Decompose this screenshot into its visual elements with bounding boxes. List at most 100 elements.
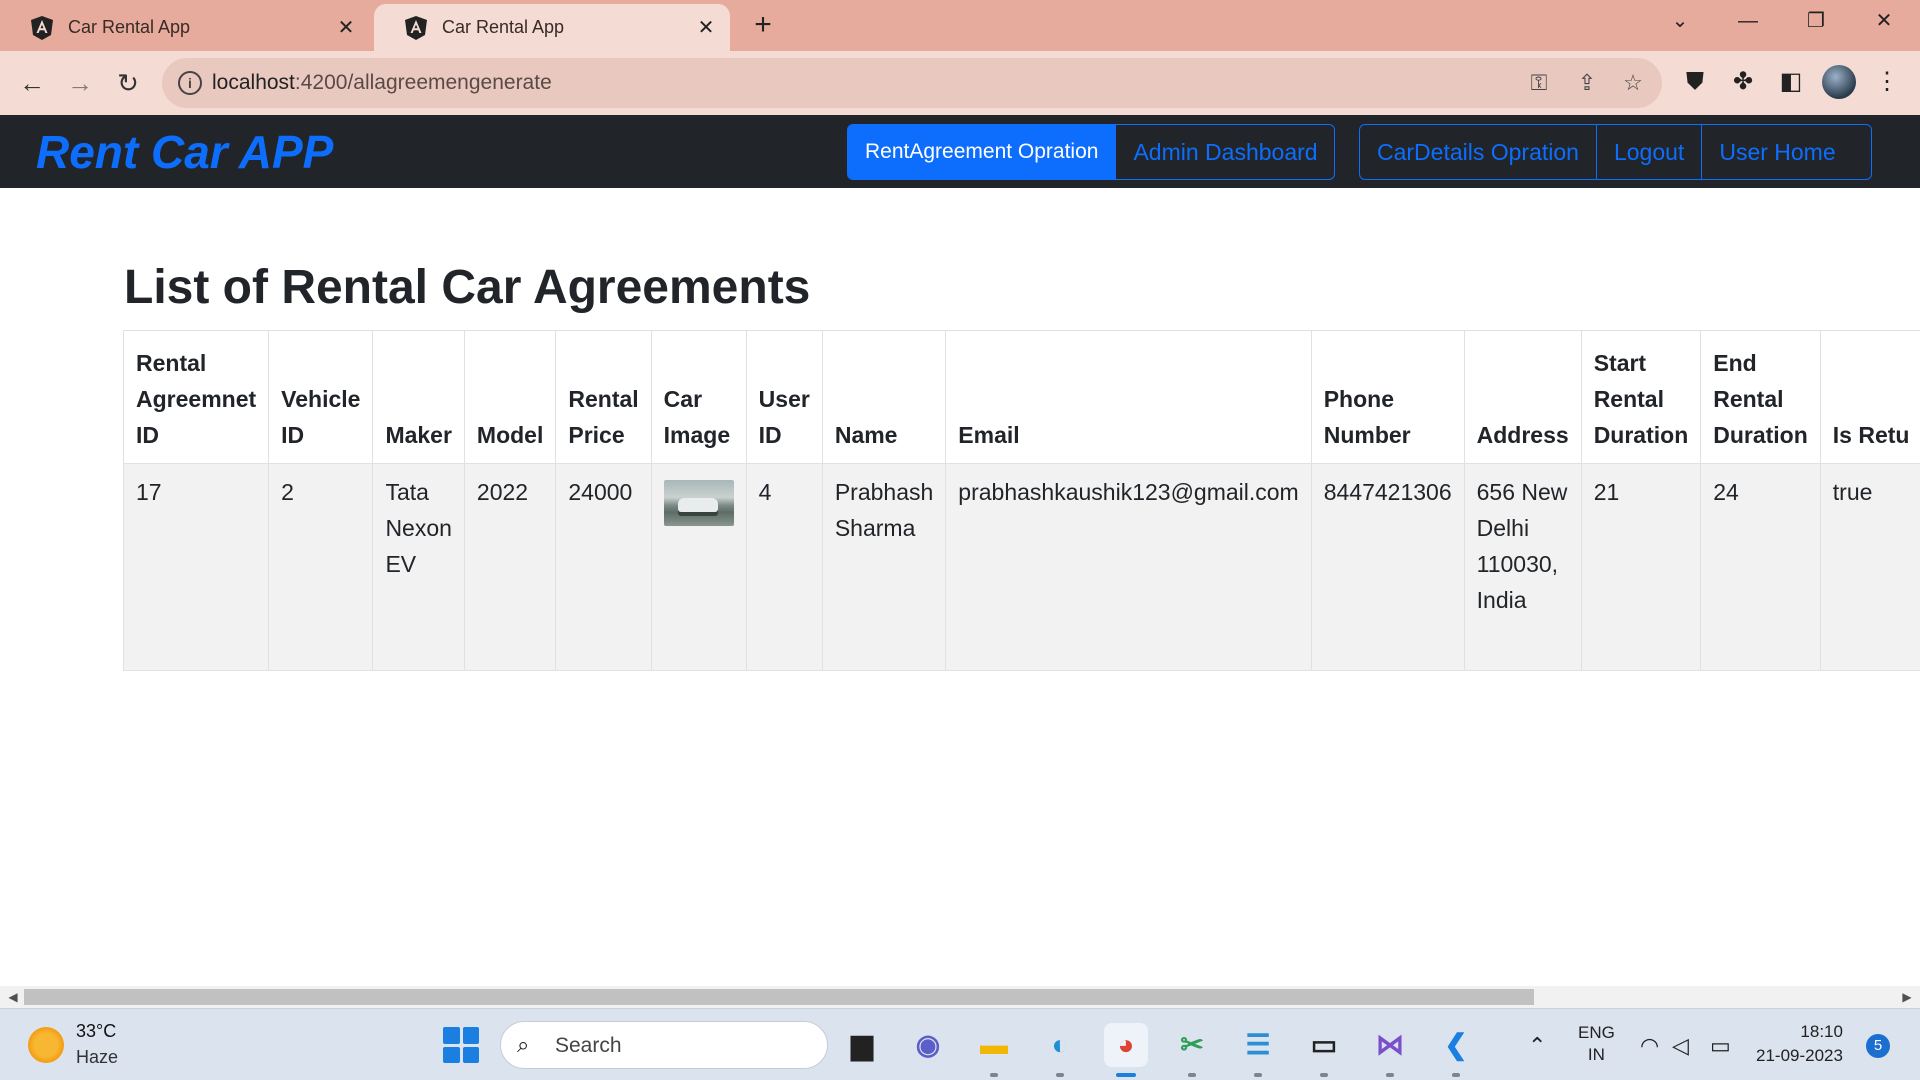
tab-search-chevron-icon[interactable]: ⌄ — [1652, 6, 1708, 36]
horizontal-scrollbar[interactable]: ◀ ▶ — [0, 986, 1920, 1008]
rent-agreement-operation-button[interactable]: RentAgreement Opration — [848, 125, 1117, 179]
column-header: Phone Number — [1310, 330, 1465, 464]
table-header-row: Rental Agreemnet ID Vehicle ID Maker Mod… — [122, 330, 1920, 464]
column-header: Is Retu — [1819, 330, 1920, 464]
minimize-icon[interactable]: — — [1720, 6, 1776, 36]
url-path: :4200/allagreemengenerate — [294, 71, 552, 94]
tab-title: Car Rental App — [68, 17, 191, 37]
terminal-icon[interactable]: ▭ — [1302, 1023, 1346, 1077]
column-header: Car Image — [650, 330, 747, 464]
browser-menu-icon[interactable]: ⋮ — [1870, 65, 1904, 99]
cell-user-id: 4 — [745, 463, 823, 671]
clock-date: 21-09-2023 — [1756, 1046, 1843, 1065]
scroll-left-arrow-icon[interactable]: ◀ — [2, 986, 24, 1008]
new-tab-plus-icon[interactable]: + — [748, 10, 778, 40]
vscode-icon[interactable]: ❮ — [1434, 1023, 1478, 1077]
column-header: Vehicle ID — [268, 330, 374, 464]
scroll-right-arrow-icon[interactable]: ▶ — [1896, 986, 1918, 1008]
taskbar-search-box[interactable]: ⌕ Search — [500, 1021, 828, 1069]
back-arrow-icon[interactable]: ← — [14, 65, 50, 101]
nav-button-group-primary: RentAgreement Opration Admin Dashboard — [847, 124, 1335, 180]
show-hidden-icons-chevron-icon[interactable]: ⌃ — [1528, 1033, 1546, 1059]
language-code: ENG — [1578, 1023, 1615, 1042]
cell-start-rental-duration: 21 — [1580, 463, 1702, 671]
snipping-tool-icon[interactable]: ✂ — [1170, 1023, 1214, 1077]
edge-icon[interactable]: ◐ — [1038, 1023, 1082, 1077]
task-view-icon[interactable]: ▆ — [840, 1023, 884, 1067]
input-language-indicator[interactable]: ENG IN — [1578, 1022, 1615, 1066]
system-clock[interactable]: 18:10 21-09-2023 — [1756, 1020, 1843, 1068]
column-header: Model — [463, 330, 557, 464]
volume-icon[interactable]: ◁ — [1672, 1033, 1689, 1059]
column-header: User ID — [745, 330, 823, 464]
password-key-icon[interactable]: ⚿ — [1524, 68, 1554, 98]
visual-studio-icon[interactable]: ⋈ — [1368, 1023, 1412, 1077]
page-title: List of Rental Car Agreements — [124, 261, 811, 314]
cell-email: prabhashkaushik123@gmail.com — [945, 463, 1312, 671]
app-brand[interactable]: Rent Car APP — [36, 125, 333, 179]
column-header: Start Rental Duration — [1580, 330, 1702, 464]
column-header: Name — [821, 330, 947, 464]
side-panel-icon[interactable]: ◧ — [1774, 65, 1808, 99]
agreements-table: Rental Agreemnet ID Vehicle ID Maker Mod… — [122, 330, 1920, 671]
car-details-operation-button[interactable]: CarDetails Opration — [1360, 125, 1597, 179]
forward-arrow-icon[interactable]: → — [62, 65, 98, 101]
tab-title: Car Rental App — [442, 17, 565, 37]
file-explorer-icon[interactable]: ▬ — [972, 1023, 1016, 1077]
share-icon[interactable]: ⇪ — [1572, 68, 1602, 98]
notification-count-badge[interactable]: 5 — [1866, 1034, 1890, 1058]
cell-end-rental-duration: 24 — [1700, 463, 1821, 671]
notepad-icon[interactable]: ☰ — [1236, 1023, 1280, 1077]
scrollbar-thumb[interactable] — [24, 989, 1534, 1005]
weather-temperature[interactable]: 33°C — [76, 1021, 116, 1042]
browser-tab-2[interactable]: Car Rental App ✕ — [374, 4, 730, 51]
profile-avatar[interactable] — [1822, 65, 1856, 99]
browser-toolbar: ← → ↻ i localhost:4200/allagreemengenera… — [0, 51, 1920, 115]
windows-start-icon[interactable] — [443, 1027, 479, 1063]
weather-sun-icon[interactable] — [28, 1027, 64, 1063]
cell-model: 2022 — [463, 463, 557, 671]
windows-taskbar: 33°C Haze ⌕ Search ▆ ◉ ▬ ◐ ◕ ✂ ☰ ▭ ⋈ ❮ ⌃… — [0, 1008, 1920, 1080]
battery-icon[interactable]: ▭ — [1710, 1033, 1731, 1059]
app-navbar: Rent Car APP RentAgreement Opration Admi… — [0, 115, 1920, 188]
region-code: IN — [1587, 1045, 1605, 1064]
logout-button[interactable]: Logout — [1597, 125, 1703, 179]
site-info-icon[interactable]: i — [178, 71, 202, 95]
chat-icon[interactable]: ◉ — [906, 1023, 950, 1067]
car-image-thumbnail — [663, 480, 734, 526]
cell-maker: Tata Nexon EV — [372, 463, 465, 671]
angular-logo-icon — [405, 15, 427, 40]
url-host: localhost — [212, 71, 295, 94]
wifi-icon[interactable]: ◠ — [1640, 1033, 1659, 1059]
browser-tab-strip: Car Rental App ✕ Car Rental App ✕ + ⌄ — … — [0, 0, 1920, 51]
cell-rental-price: 24000 — [555, 463, 652, 671]
search-icon: ⌕ — [517, 1032, 530, 1057]
reload-icon[interactable]: ↻ — [110, 65, 146, 101]
address-bar[interactable]: i localhost:4200/allagreemengenerate ⚿ ⇪… — [162, 58, 1662, 108]
close-window-icon[interactable]: ✕ — [1856, 6, 1912, 36]
column-header: Rental Agreemnet ID — [122, 330, 270, 464]
browser-tab-1[interactable]: Car Rental App ✕ — [0, 4, 370, 51]
extension-shield-icon[interactable]: ⛊ — [1678, 65, 1712, 99]
nav-button-group-secondary: CarDetails Opration Logout User Home — [1359, 124, 1872, 180]
restore-icon[interactable]: ❐ — [1788, 6, 1844, 36]
extensions-puzzle-icon[interactable]: ✤ — [1726, 65, 1760, 99]
url-text[interactable]: localhost:4200/allagreemengenerate — [212, 71, 552, 95]
admin-dashboard-button[interactable]: Admin Dashboard — [1116, 125, 1334, 179]
column-header: End Rental Duration — [1700, 330, 1821, 464]
weather-description[interactable]: Haze — [76, 1047, 118, 1068]
cell-car-image — [650, 463, 747, 671]
angular-logo-icon — [31, 15, 53, 40]
column-header: Address — [1463, 330, 1582, 464]
user-home-button[interactable]: User Home — [1702, 125, 1852, 179]
cell-phone-number: 8447421306 — [1310, 463, 1465, 671]
close-tab-icon[interactable]: ✕ — [696, 18, 716, 38]
column-header: Rental Price — [555, 330, 652, 464]
bookmark-star-icon[interactable]: ☆ — [1618, 68, 1648, 98]
cell-name: Prabhash Sharma — [821, 463, 947, 671]
clock-time: 18:10 — [1800, 1022, 1843, 1041]
cell-rental-agreement-id: 17 — [122, 463, 270, 671]
chrome-icon[interactable]: ◕ — [1104, 1023, 1148, 1077]
column-header: Maker — [372, 330, 465, 464]
close-tab-icon[interactable]: ✕ — [336, 18, 356, 38]
